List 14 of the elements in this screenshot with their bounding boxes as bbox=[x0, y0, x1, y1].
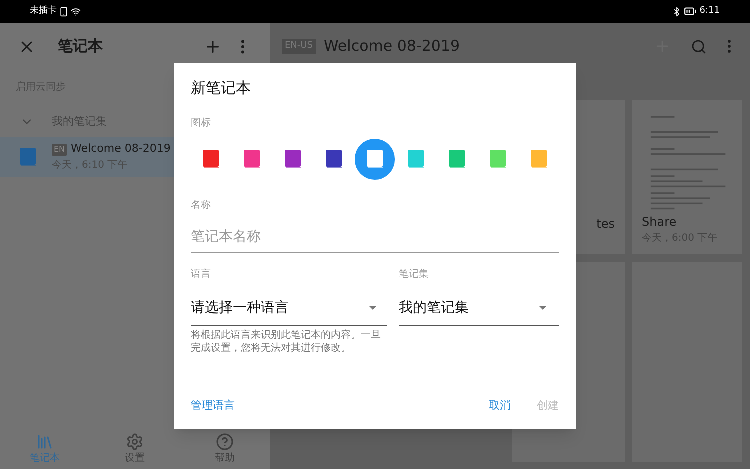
note-title: Welcome 08-2019 bbox=[324, 36, 460, 58]
language-badge: EN bbox=[52, 144, 68, 156]
card-title: tes bbox=[596, 216, 615, 233]
field-label: 语言 bbox=[191, 268, 212, 282]
sidebar-title: 笔记本 bbox=[58, 36, 103, 58]
notebook-title: Welcome 08-2019 bbox=[71, 141, 171, 158]
helper-text: 将根据此语言来识别此笔记本的内容。一旦完成设置，您将无法对其进行修改。 bbox=[191, 328, 382, 354]
dialog-title: 新笔记本 bbox=[191, 78, 252, 99]
carrier-text: 未插卡 bbox=[30, 4, 57, 18]
card-title: Share bbox=[642, 214, 678, 231]
clock-text: 6:11 bbox=[700, 4, 720, 18]
field-label: 图标 bbox=[191, 116, 212, 130]
field-label: 笔记集 bbox=[399, 268, 430, 282]
field-label: 名称 bbox=[191, 198, 212, 212]
